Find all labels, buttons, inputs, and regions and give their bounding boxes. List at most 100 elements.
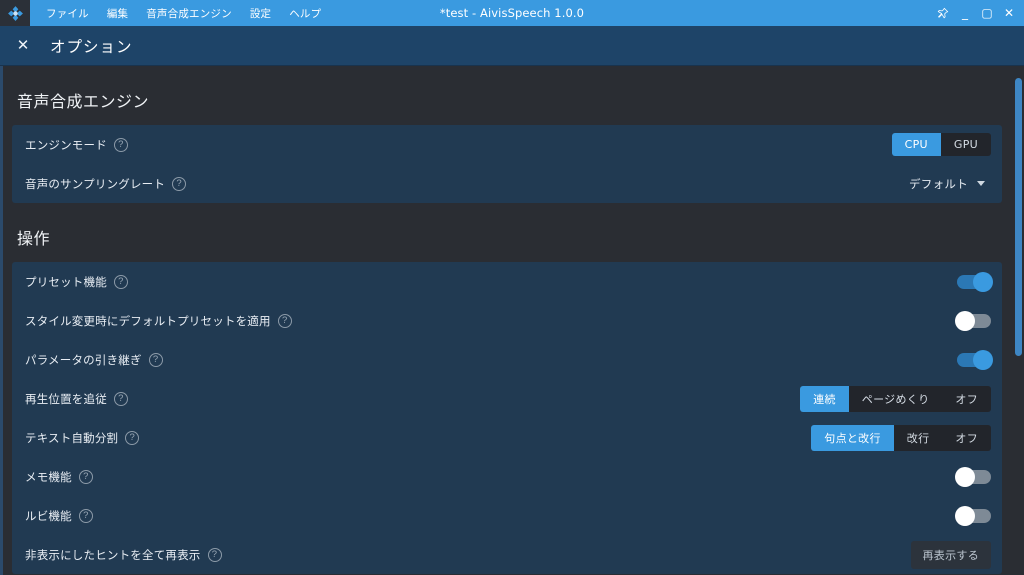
row-sampling-rate: 音声のサンプリングレート ? デフォルト (12, 164, 1002, 203)
help-icon-preset-function[interactable]: ? (113, 274, 128, 289)
toggle-ruby-function[interactable] (955, 505, 991, 526)
label-text-apply-default-preset: スタイル変更時にデフォルトプリセットを適用 (25, 313, 271, 328)
window-controls: _ ▢ ✕ (932, 0, 1024, 26)
help-icon-ruby-function[interactable]: ? (78, 508, 93, 523)
row-engine-mode: エンジンモード ? CPU GPU (12, 125, 1002, 164)
label-text-show-all-hints: 非表示にしたヒントを全て再表示 (25, 547, 201, 562)
menubar: ファイル 編集 音声合成エンジン 設定 ヘルプ (37, 0, 330, 26)
menu-item-file[interactable]: ファイル (37, 2, 98, 25)
maximize-button[interactable]: ▢ (976, 0, 998, 26)
toggle-knob (973, 271, 993, 292)
app-icon-container (0, 0, 30, 26)
control-show-all-hints: 再表示する (910, 540, 991, 569)
help-icon-show-all-hints[interactable]: ? (207, 547, 222, 562)
row-label-parameter-inheritance: パラメータの引き継ぎ ? (25, 352, 163, 368)
control-engine-mode: CPU GPU (891, 133, 991, 156)
menu-item-settings[interactable]: 設定 (241, 2, 280, 25)
label-text-engine-mode: エンジンモード (25, 137, 107, 152)
row-follow-playback-position: 再生位置を追従 ? 連続 ページめくり オフ (12, 379, 1002, 418)
options-scroll-area: 音声合成エンジン エンジンモード ? CPU GPU 音声のサンプリングレート … (0, 66, 1024, 575)
control-text-auto-split: 句点と改行 改行 オフ (811, 424, 991, 451)
segmented-engine-mode: CPU GPU (891, 133, 991, 156)
segment-continuous[interactable]: 連続 (800, 385, 849, 412)
control-sampling-rate: デフォルト (901, 173, 991, 195)
row-label-preset-function: プリセット機能 ? (25, 274, 128, 290)
menu-item-edit[interactable]: 編集 (98, 2, 137, 25)
row-show-all-hints: 非表示にしたヒントを全て再表示 ? 再表示する (12, 535, 1002, 574)
row-label-engine-mode: エンジンモード ? (25, 137, 128, 153)
row-ruby-function: ルビ機能 ? (12, 496, 1002, 535)
segment-period-and-newline[interactable]: 句点と改行 (811, 424, 894, 451)
control-preset-function (957, 271, 993, 292)
segment-off[interactable]: オフ (942, 424, 991, 451)
label-text-follow-playback-position: 再生位置を追従 (25, 391, 107, 406)
control-apply-default-preset (955, 310, 991, 331)
row-label-follow-playback-position: 再生位置を追従 ? (25, 391, 128, 407)
close-options-button[interactable]: ✕ (13, 36, 33, 56)
row-label-memo-function: メモ機能 ? (25, 469, 93, 485)
row-parameter-inheritance: パラメータの引き継ぎ ? (12, 340, 1002, 379)
help-icon-engine-mode[interactable]: ? (113, 137, 128, 152)
row-preset-function: プリセット機能 ? (12, 262, 1002, 301)
label-text-ruby-function: ルビ機能 (25, 508, 72, 523)
pin-glyph (937, 7, 949, 19)
row-label-sampling-rate: 音声のサンプリングレート ? (25, 176, 187, 192)
pin-icon[interactable] (932, 0, 954, 26)
row-label-apply-default-preset: スタイル変更時にデフォルトプリセットを適用 ? (25, 313, 292, 329)
page-title: オプション (50, 37, 133, 56)
options-content: 音声合成エンジン エンジンモード ? CPU GPU 音声のサンプリングレート … (0, 66, 1024, 575)
section-title-operation: 操作 (17, 229, 51, 248)
label-text-memo-function: メモ機能 (25, 469, 72, 484)
toggle-knob (955, 505, 975, 526)
help-icon-memo-function[interactable]: ? (78, 469, 93, 484)
section-card-operation: プリセット機能 ? スタイル変更時にデフォルトプリセットを適用 ? パラメータの… (12, 262, 1002, 574)
toggle-preset-function[interactable] (957, 271, 993, 292)
scrollbar-track[interactable] (1014, 66, 1022, 575)
segment-newline[interactable]: 改行 (893, 424, 943, 451)
label-text-parameter-inheritance: パラメータの引き継ぎ (25, 352, 142, 367)
menu-item-help[interactable]: ヘルプ (280, 2, 330, 25)
control-parameter-inheritance (957, 349, 993, 370)
row-text-auto-split: テキスト自動分割 ? 句点と改行 改行 オフ (12, 418, 1002, 457)
segment-page-turn[interactable]: ページめくり (848, 385, 943, 412)
toggle-knob (955, 310, 975, 331)
toggle-parameter-inheritance[interactable] (957, 349, 993, 370)
section-title-engine: 音声合成エンジン (17, 92, 150, 111)
chevron-down-icon (977, 181, 985, 186)
control-memo-function (955, 466, 991, 487)
toggle-memo-function[interactable] (955, 466, 991, 487)
window-titlebar: ファイル 編集 音声合成エンジン 設定 ヘルプ *test - AivisSpe… (0, 0, 1024, 26)
help-icon-apply-default-preset[interactable]: ? (277, 313, 292, 328)
label-text-text-auto-split: テキスト自動分割 (25, 430, 119, 445)
help-icon-parameter-inheritance[interactable]: ? (148, 352, 163, 367)
help-icon-follow-playback-position[interactable]: ? (113, 391, 128, 406)
toggle-apply-default-preset[interactable] (955, 310, 991, 331)
menu-item-engine[interactable]: 音声合成エンジン (137, 2, 241, 25)
toggle-knob (955, 466, 975, 487)
segment-off[interactable]: オフ (942, 385, 991, 412)
help-icon-sampling-rate[interactable]: ? (172, 176, 187, 191)
section-card-engine: エンジンモード ? CPU GPU 音声のサンプリングレート ? デフォルト (12, 125, 1002, 203)
row-memo-function: メモ機能 ? (12, 457, 1002, 496)
dropdown-sampling-rate[interactable]: デフォルト (901, 173, 991, 195)
label-text-sampling-rate: 音声のサンプリングレート (25, 176, 166, 191)
row-label-ruby-function: ルビ機能 ? (25, 508, 93, 524)
dropdown-value-sampling-rate: デフォルト (909, 176, 968, 191)
control-ruby-function (955, 505, 991, 526)
segmented-follow-playback-position: 連続 ページめくり オフ (800, 385, 991, 412)
row-label-text-auto-split: テキスト自動分割 ? (25, 430, 140, 446)
row-apply-default-preset: スタイル変更時にデフォルトプリセットを適用 ? (12, 301, 1002, 340)
show-again-button[interactable]: 再表示する (910, 540, 991, 569)
minimize-button[interactable]: _ (954, 0, 976, 26)
help-icon-text-auto-split[interactable]: ? (125, 430, 140, 445)
row-label-show-all-hints: 非表示にしたヒントを全て再表示 ? (25, 547, 222, 563)
segment-gpu[interactable]: GPU (940, 133, 991, 156)
segment-cpu[interactable]: CPU (891, 133, 941, 156)
toggle-knob (973, 349, 993, 370)
options-header: ✕ オプション (0, 26, 1024, 66)
control-follow-playback-position: 連続 ページめくり オフ (800, 385, 991, 412)
segmented-text-auto-split: 句点と改行 改行 オフ (811, 424, 991, 451)
close-window-button[interactable]: ✕ (998, 0, 1020, 26)
aivisspeech-diamond-icon (7, 5, 23, 21)
scrollbar-thumb[interactable] (1015, 78, 1022, 356)
